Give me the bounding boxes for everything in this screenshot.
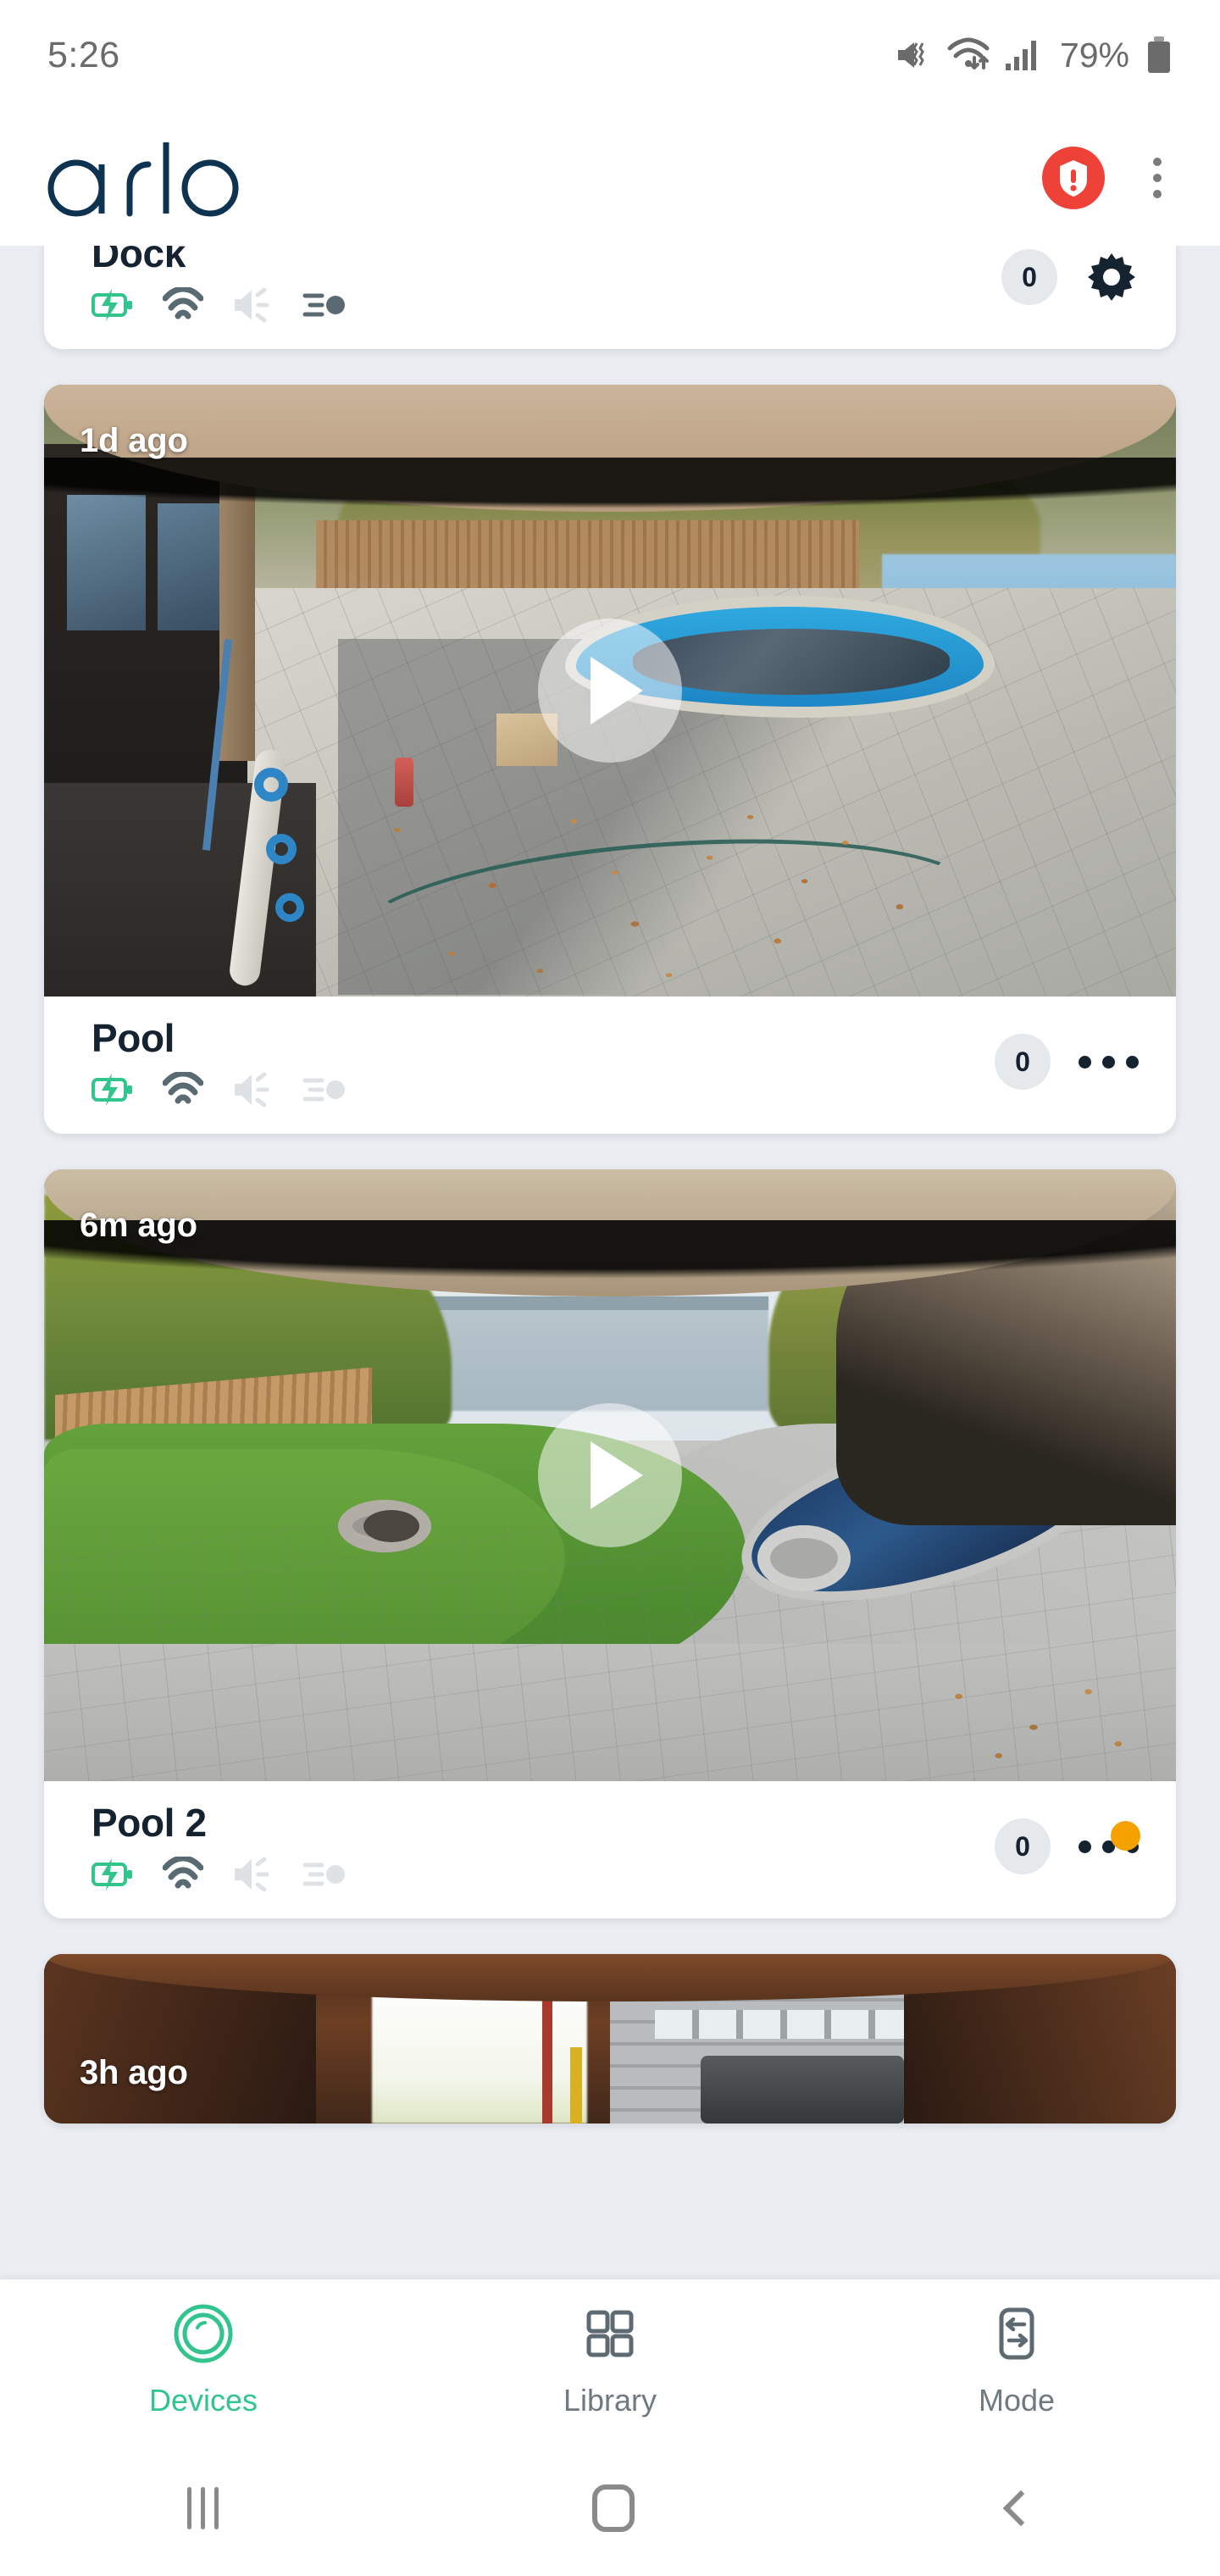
- device-card-dock[interactable]: Dock 0: [44, 246, 1176, 349]
- motion-detection-icon: [302, 1073, 346, 1107]
- mode-slider-icon: [985, 2302, 1048, 2369]
- nav-label-library: Library: [563, 2383, 657, 2418]
- wifi-icon: [163, 1072, 203, 1108]
- arlo-logo: [41, 139, 261, 217]
- app-bar-actions: [1042, 147, 1181, 209]
- thumbnail-timestamp: 1d ago: [80, 422, 188, 460]
- android-status-bar: 5:26 79%: [0, 0, 1220, 110]
- wifi-icon: [163, 287, 203, 323]
- motion-detection-icon: [302, 1857, 346, 1891]
- devices-ring-icon: [172, 2302, 235, 2369]
- device-right-group: 0: [1001, 249, 1139, 305]
- device-status-icons: [92, 1856, 346, 1893]
- event-count-badge[interactable]: 0: [1001, 249, 1057, 305]
- event-count-badge[interactable]: 0: [995, 1818, 1051, 1874]
- device-name: Pool: [92, 1015, 346, 1061]
- bottom-navigation: Devices Library Mode: [0, 2279, 1220, 2440]
- device-info-row: Pool 0: [44, 997, 1176, 1134]
- device-info-row: Pool 2 0: [44, 1781, 1176, 1918]
- recents-icon[interactable]: [187, 2487, 219, 2529]
- back-chevron-icon[interactable]: [1002, 2490, 1038, 2526]
- shield-alert-icon[interactable]: [1042, 147, 1105, 209]
- camera-thumbnail-garage[interactable]: 3h ago: [44, 1954, 1176, 2124]
- battery-charging-icon: [92, 1072, 134, 1108]
- event-count-badge[interactable]: 0: [995, 1034, 1051, 1090]
- device-list-scroll[interactable]: Dock 0: [0, 246, 1220, 2279]
- cell-signal-icon: [1005, 39, 1039, 71]
- device-right-group: 0: [995, 1034, 1139, 1090]
- device-name: Pool 2: [92, 1800, 346, 1846]
- battery-percent-label: 79%: [1060, 36, 1129, 75]
- status-clock: 5:26: [47, 35, 120, 76]
- device-name: Dock: [92, 246, 346, 276]
- device-left-group: Pool: [92, 1015, 346, 1108]
- battery-charging-icon: [92, 1857, 134, 1892]
- device-card-pool-2[interactable]: 6m ago Pool 2: [44, 1169, 1176, 1918]
- device-status-icons: [92, 286, 346, 324]
- device-card-partial[interactable]: 3h ago: [44, 1954, 1176, 2124]
- play-icon[interactable]: [538, 619, 682, 763]
- mute-vibrate-icon: [895, 38, 932, 72]
- wifi-icon: [163, 1857, 203, 1892]
- kebab-menu-icon[interactable]: [1134, 147, 1181, 209]
- device-status-icons: [92, 1071, 346, 1108]
- android-system-nav: [0, 2440, 1220, 2576]
- wifi-transfer-icon: [946, 37, 990, 73]
- play-icon[interactable]: [538, 1403, 682, 1547]
- app-bar: [0, 110, 1220, 246]
- battery-icon: [1145, 36, 1173, 74]
- device-left-group: Dock: [92, 246, 346, 324]
- home-icon[interactable]: [592, 2484, 635, 2532]
- gear-icon[interactable]: [1084, 250, 1139, 304]
- thumbnail-timestamp: 3h ago: [80, 2054, 188, 2092]
- nav-item-mode[interactable]: Mode: [815, 2302, 1217, 2418]
- more-options-icon[interactable]: [1078, 1818, 1139, 1874]
- status-icons-group: 79%: [895, 36, 1173, 75]
- thumbnail-timestamp: 6m ago: [80, 1207, 197, 1245]
- notification-dot: [1111, 1821, 1140, 1851]
- more-options-icon[interactable]: [1078, 1034, 1139, 1090]
- device-left-group: Pool 2: [92, 1800, 346, 1893]
- speaker-mute-icon: [232, 286, 273, 324]
- nav-label-devices: Devices: [149, 2383, 258, 2418]
- speaker-mute-icon: [232, 1856, 273, 1893]
- nav-item-devices[interactable]: Devices: [2, 2302, 404, 2418]
- nav-label-mode: Mode: [979, 2383, 1055, 2418]
- motion-detection-icon: [302, 288, 346, 322]
- camera-thumbnail-pool[interactable]: 1d ago: [44, 385, 1176, 997]
- device-info-row: Dock 0: [44, 246, 1176, 349]
- speaker-mute-icon: [232, 1071, 273, 1108]
- camera-still-image: [44, 1954, 1176, 2124]
- device-right-group: 0: [995, 1818, 1139, 1874]
- battery-charging-icon: [92, 287, 134, 323]
- device-card-pool[interactable]: 1d ago Pool: [44, 385, 1176, 1134]
- nav-item-library[interactable]: Library: [408, 2302, 811, 2418]
- grid-icon: [579, 2302, 641, 2369]
- camera-thumbnail-pool-2[interactable]: 6m ago: [44, 1169, 1176, 1781]
